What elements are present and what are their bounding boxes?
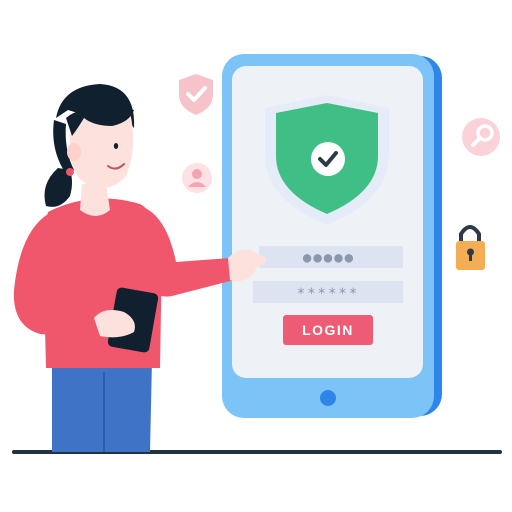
password-field[interactable]: ****** (253, 281, 403, 303)
search-icon (462, 118, 500, 156)
pants (52, 360, 152, 452)
security-login-illustration: ●●●●● ****** LOGIN (12, 54, 502, 454)
login-button[interactable]: LOGIN (283, 315, 373, 345)
user-icon (182, 163, 212, 193)
username-masked-value: ●●●●● (303, 250, 355, 266)
home-button[interactable] (320, 390, 336, 406)
shield-check-small-icon (179, 74, 213, 115)
password-masked-value: ****** (297, 286, 360, 302)
padlock-icon (456, 225, 485, 270)
username-field[interactable]: ●●●●● (259, 246, 403, 268)
login-button-label: LOGIN (302, 322, 354, 338)
